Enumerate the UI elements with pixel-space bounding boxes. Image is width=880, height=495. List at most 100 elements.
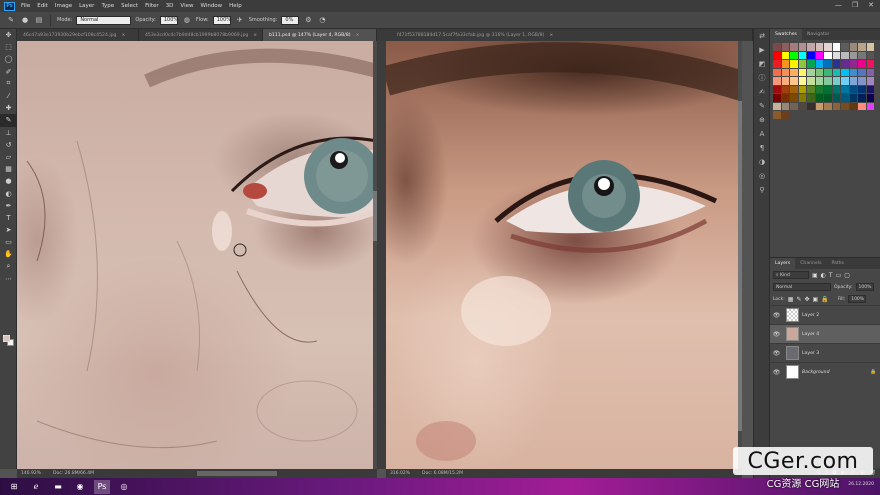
mode-select[interactable]: Normal (76, 15, 132, 25)
color-swatch[interactable] (866, 102, 874, 110)
color-swatch[interactable] (832, 51, 840, 59)
minimize-icon[interactable]: — (835, 1, 842, 9)
color-swatch[interactable] (858, 60, 866, 68)
lock-all-icon[interactable]: 🔒 (821, 296, 828, 303)
color-swatch[interactable] (841, 102, 849, 110)
color-swatch[interactable] (841, 85, 849, 93)
hand-tool-icon[interactable]: ✋ (0, 248, 17, 260)
color-swatch[interactable] (773, 85, 781, 93)
color-swatch[interactable] (849, 85, 857, 93)
photoshop-logo-icon[interactable]: Ps (4, 1, 15, 11)
zoom-level[interactable]: 316.02% (390, 471, 410, 476)
color-swatch[interactable] (815, 77, 823, 85)
layer-name[interactable]: Layer 3 (802, 351, 880, 356)
color-swatch[interactable] (858, 85, 866, 93)
pen-tool-icon[interactable]: ✒ (0, 200, 17, 212)
color-swatch[interactable] (781, 85, 789, 93)
color-swatch[interactable] (866, 43, 874, 51)
layer-name[interactable]: Layer 2 (802, 313, 880, 318)
airbrush-icon[interactable]: ✈ (235, 15, 245, 25)
close-tab-icon[interactable]: × (253, 33, 257, 38)
color-swatch[interactable] (824, 51, 832, 59)
filter-type-icon[interactable]: T (829, 272, 833, 279)
healing-tool-icon[interactable]: ✚ (0, 102, 17, 114)
marquee-tool-icon[interactable]: ⬚ (0, 41, 17, 53)
dodge-tool-icon[interactable]: ◐ (0, 187, 17, 199)
lock-brush-icon[interactable]: ✎ (796, 296, 801, 303)
visibility-eye-icon[interactable]: 👁 (770, 312, 783, 319)
color-swatch[interactable] (781, 51, 789, 59)
color-swatch[interactable] (841, 51, 849, 59)
color-swatch[interactable] (824, 85, 832, 93)
paragraph-icon[interactable]: ¶ (754, 141, 770, 155)
color-swatch[interactable] (781, 102, 789, 110)
document-tab-active[interactable]: b111.psd @ 147% (Layer 4, RGB/8) × (263, 29, 377, 41)
close-icon[interactable]: ✕ (868, 1, 874, 9)
file-explorer-icon[interactable]: ▬ (50, 480, 66, 494)
tab-navigator[interactable]: Navigator (802, 29, 834, 40)
color-swatch[interactable] (798, 43, 806, 51)
layer-opacity-field[interactable]: 100% (855, 283, 874, 291)
document-tab[interactable]: f471f53788184d17.5caf7fa33cfab.jpg @ 316… (377, 29, 753, 41)
document-size[interactable]: Doc: 6.08M/15.2M (422, 471, 463, 476)
chrome-icon[interactable]: ◉ (72, 480, 88, 494)
path-select-tool-icon[interactable]: ➤ (0, 224, 17, 236)
horizontal-scrollbar-thumb[interactable] (197, 471, 277, 476)
color-swatch[interactable] (841, 60, 849, 68)
color-swatch[interactable] (832, 77, 840, 85)
layer-name[interactable]: Background (802, 370, 870, 375)
clone-stamp-tool-icon[interactable]: ⊥ (0, 127, 17, 139)
foreground-color-swatch[interactable] (3, 335, 10, 342)
color-swatch[interactable] (866, 94, 874, 102)
color-swatch[interactable] (866, 68, 874, 76)
layer-name[interactable]: Layer 4 (802, 332, 880, 337)
gradient-tool-icon[interactable]: ▦ (0, 163, 17, 175)
document-tab[interactable]: 453e3cd0c4c7b9d48cb1999b8078b9069.jpg × (139, 29, 263, 41)
color-swatch[interactable] (824, 102, 832, 110)
tab-layers[interactable]: Layers (770, 258, 796, 269)
color-swatch[interactable] (798, 77, 806, 85)
type-tool-icon[interactable]: T (0, 212, 17, 224)
eyedropper-tool-icon[interactable]: ⁄ (0, 90, 17, 102)
color-swatch[interactable] (773, 77, 781, 85)
color-swatch[interactable] (832, 43, 840, 51)
filter-shape-icon[interactable]: ▭ (836, 272, 842, 279)
clone-source-icon[interactable]: ⊕ (754, 113, 770, 127)
eraser-tool-icon[interactable]: ▱ (0, 151, 17, 163)
color-swatch[interactable] (798, 68, 806, 76)
color-swatch[interactable] (790, 51, 798, 59)
color-swatch[interactable] (841, 68, 849, 76)
color-swatch[interactable] (807, 77, 815, 85)
menu-layer[interactable]: Layer (79, 3, 94, 9)
visibility-eye-icon[interactable]: 👁 (770, 369, 783, 376)
brush-panel-icon[interactable]: ▤ (34, 15, 44, 25)
color-swatch[interactable] (849, 77, 857, 85)
menu-file[interactable]: File (21, 3, 30, 9)
color-swatch[interactable] (815, 43, 823, 51)
reference-canvas[interactable] (386, 41, 742, 469)
tab-paths[interactable]: Paths (826, 258, 849, 269)
close-tab-icon[interactable]: × (121, 33, 125, 38)
layer-row[interactable]: 👁 Layer 2 (770, 305, 880, 324)
visibility-eye-icon[interactable]: 👁 (770, 350, 783, 357)
color-swatch[interactable] (773, 68, 781, 76)
adjustments-icon[interactable]: ◑ (754, 155, 770, 169)
color-swatch[interactable] (773, 102, 781, 110)
color-swatch[interactable] (781, 77, 789, 85)
color-swatch[interactable] (858, 43, 866, 51)
layer-row[interactable]: 👁 Background 🔒 (770, 362, 880, 381)
flow-field[interactable]: 100% (212, 15, 231, 25)
layer-thumbnail[interactable] (786, 346, 799, 360)
color-swatch[interactable] (790, 94, 798, 102)
close-tab-icon[interactable]: × (356, 33, 360, 38)
color-swatch[interactable] (824, 77, 832, 85)
color-swatch[interactable] (773, 60, 781, 68)
color-swatch[interactable] (832, 60, 840, 68)
layer-row[interactable]: 👁 Layer 4 (770, 324, 880, 343)
obs-icon[interactable]: ◎ (116, 480, 132, 494)
color-swatch[interactable] (815, 51, 823, 59)
tab-channels[interactable]: Channels (795, 258, 826, 269)
layer-row[interactable]: 👁 Layer 3 (770, 343, 880, 362)
brush-preset-icon[interactable]: ● (20, 15, 30, 25)
color-swatch[interactable] (798, 102, 806, 110)
